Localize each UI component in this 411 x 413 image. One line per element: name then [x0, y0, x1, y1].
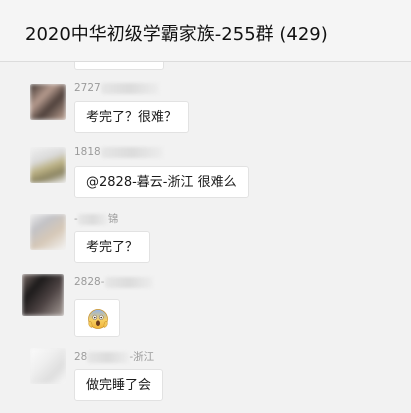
- avatar[interactable]: [30, 147, 66, 183]
- sender-name: 2828-: [74, 276, 153, 288]
- message-bubble: 做完睡了会: [74, 369, 164, 401]
- group-title: 2020中华初级学霸家族-255群 (429): [25, 24, 328, 45]
- avatar[interactable]: [30, 84, 66, 120]
- previous-message-bubble: [74, 62, 164, 70]
- message-bubble: 考完了？很难？: [74, 101, 190, 133]
- sender-name: -锦: [74, 213, 119, 225]
- chat-header: 2020中华初级学霸家族-255群 (429): [0, 0, 411, 62]
- avatar[interactable]: [22, 274, 64, 316]
- message-bubble: @2828-暮云-浙江 很难么: [74, 166, 249, 198]
- sender-name: 2727: [74, 82, 159, 94]
- chat-window: 2020中华初级学霸家族-255群 (429) 2727 考完了？很难？ 181…: [0, 0, 411, 413]
- avatar[interactable]: [30, 348, 66, 384]
- message-bubble: 考完了？: [74, 231, 151, 263]
- sender-name: 1818: [74, 146, 163, 158]
- sender-name: 28 -浙江: [74, 351, 155, 363]
- scream-emoji-icon: [88, 309, 108, 329]
- message-bubble: [74, 299, 120, 337]
- avatar[interactable]: [30, 214, 66, 250]
- message-list[interactable]: 2727 考完了？很难？ 1818 @2828-暮云-浙江 很难么 -锦 考完了…: [0, 62, 411, 413]
